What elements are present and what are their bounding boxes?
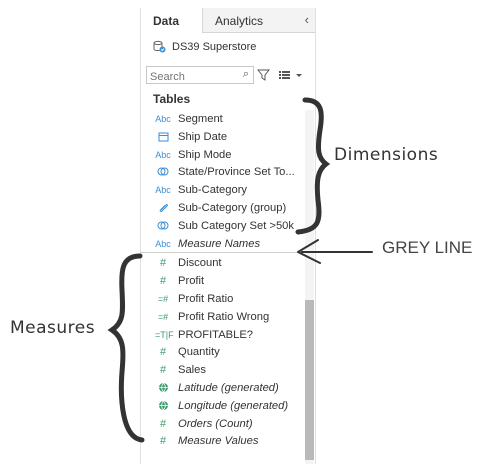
grey-line-annotation: GREY LINE <box>382 238 473 257</box>
grey-line-arrow <box>297 239 373 264</box>
annotation-layer <box>107 97 373 443</box>
measures-brace <box>107 253 145 443</box>
dimensions-brace <box>295 97 331 235</box>
measures-annotation: Measures <box>10 318 96 338</box>
dimensions-annotation: Dimensions <box>334 145 439 165</box>
